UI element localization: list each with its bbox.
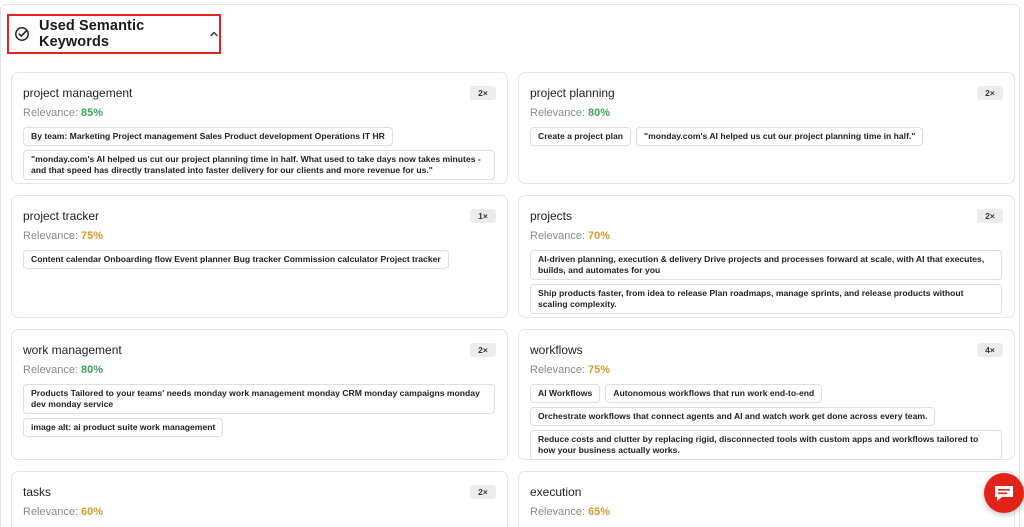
relevance-label: Relevance: — [23, 107, 79, 119]
relevance-value: 80% — [81, 364, 104, 376]
keyword-card: workflows 4× Relevance: 75% AI Workflows … — [518, 329, 1015, 460]
relevance-value: 80% — [588, 107, 611, 119]
count-badge: 2× — [470, 86, 496, 100]
check-circle-icon — [14, 26, 30, 42]
snippet-chip: "monday.com's AI helped us cut our proje… — [23, 150, 495, 180]
keyword-name: execution — [530, 485, 582, 499]
relevance-label: Relevance: — [23, 364, 79, 376]
snippet-chip: "monday.com's AI helped us cut our proje… — [636, 127, 924, 146]
keyword-name: workflows — [530, 343, 583, 357]
keyword-card: project planning 2× Relevance: 80% Create… — [518, 72, 1015, 184]
relevance-label: Relevance: — [530, 506, 586, 518]
snippet-chip: Reduce costs and clutter by replacing ri… — [530, 430, 1002, 460]
snippet-list: AI Workflows Autonomous workflows that r… — [530, 384, 1003, 460]
keyword-name: project management — [23, 86, 133, 100]
snippet-list: By team: Marketing Project management Sa… — [23, 127, 496, 180]
keyword-card: work management 2× Relevance: 80% Product… — [11, 329, 508, 460]
chevron-up-icon[interactable] — [209, 29, 219, 39]
relevance-value: 65% — [588, 506, 611, 518]
keyword-card: tasks 2× Relevance: 60% — [11, 471, 508, 527]
relevance-row: Relevance: 80% — [23, 364, 103, 376]
snippet-chip: Content calendar Onboarding flow Event p… — [23, 250, 449, 269]
snippet-chip: Create a project plan — [530, 127, 632, 146]
relevance-row: Relevance: 65% — [530, 506, 610, 518]
snippet-chip: Autonomous workflows that run work end-t… — [605, 384, 823, 403]
count-badge: 2× — [977, 86, 1003, 100]
snippet-chip: By team: Marketing Project management Sa… — [23, 127, 393, 146]
relevance-row: Relevance: 70% — [530, 230, 610, 242]
relevance-row: Relevance: 75% — [530, 364, 610, 376]
relevance-label: Relevance: — [530, 230, 586, 242]
count-badge: 2× — [977, 209, 1003, 223]
keyword-name: projects — [530, 209, 573, 223]
section-header-toggle[interactable]: Used Semantic Keywords — [7, 14, 221, 54]
snippet-list: Content calendar Onboarding flow Event p… — [23, 250, 496, 269]
keyword-card: execution Relevance: 65% — [518, 471, 1015, 527]
snippet-chip: AI-driven planning, execution & delivery… — [530, 250, 1002, 280]
count-badge: 2× — [470, 343, 496, 357]
keyword-card: projects 2× Relevance: 70% AI-driven plan… — [518, 195, 1015, 318]
relevance-value: 75% — [588, 364, 611, 376]
relevance-row: Relevance: 75% — [23, 230, 103, 242]
snippet-chip: image alt: ai product suite work managem… — [23, 418, 224, 437]
relevance-value: 60% — [81, 506, 104, 518]
relevance-label: Relevance: — [530, 364, 586, 376]
snippet-chip: Orchestrate workflows that connect agent… — [530, 407, 936, 426]
relevance-row: Relevance: 60% — [23, 506, 103, 518]
relevance-value: 75% — [81, 230, 104, 242]
relevance-row: Relevance: 80% — [530, 107, 610, 119]
snippet-list: AI-driven planning, execution & delivery… — [530, 250, 1003, 314]
keyword-name: project tracker — [23, 209, 100, 223]
snippet-chip: Products Tailored to your teams' needs m… — [23, 384, 495, 414]
snippet-list: Create a project plan "monday.com's AI h… — [530, 127, 1003, 146]
relevance-value: 85% — [81, 107, 104, 119]
relevance-row: Relevance: 85% — [23, 107, 103, 119]
count-badge: 2× — [470, 485, 496, 499]
count-badge: 4× — [977, 343, 1003, 357]
chat-bubble-icon — [993, 484, 1015, 502]
keyword-card: project tracker 1× Relevance: 75% Content… — [11, 195, 508, 318]
snippet-chip: Ship products faster, from idea to relea… — [530, 284, 1002, 314]
relevance-label: Relevance: — [23, 506, 79, 518]
keyword-card: project management 2× Relevance: 85% By t… — [11, 72, 508, 184]
snippet-list: Products Tailored to your teams' needs m… — [23, 384, 496, 437]
relevance-label: Relevance: — [23, 230, 79, 242]
keyword-name: work management — [23, 343, 122, 357]
snippet-chip: AI Workflows — [530, 384, 601, 403]
chat-button[interactable] — [984, 473, 1024, 513]
keyword-name: tasks — [23, 485, 52, 499]
section-title: Used Semantic Keywords — [39, 18, 145, 50]
relevance-label: Relevance: — [530, 107, 586, 119]
count-badge: 1× — [470, 209, 496, 223]
relevance-value: 70% — [588, 230, 611, 242]
keyword-name: project planning — [530, 86, 615, 100]
